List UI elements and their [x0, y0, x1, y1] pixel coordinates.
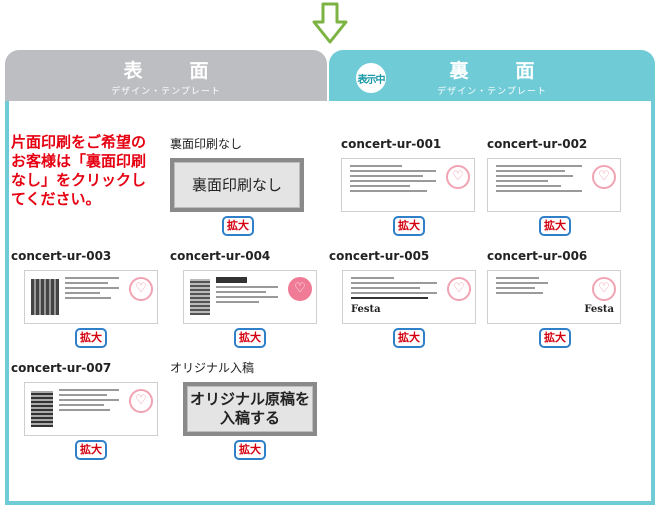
favorite-heart-icon[interactable]: ♡ — [447, 277, 471, 301]
original-upload-line1: オリジナル原稿を — [189, 390, 310, 408]
zoom-button[interactable]: 拡大 — [75, 328, 107, 348]
no-back-print-button-label: 裏面印刷なし — [174, 162, 300, 208]
thumbnail-text-lines — [350, 165, 436, 205]
tab-front-design[interactable]: 表 面 デザイン・テンプレート — [5, 50, 327, 102]
original-upload-button-label: オリジナル原稿を 入稿する — [187, 386, 313, 432]
template-item-original-upload: オリジナル入稿 オリジナル原稿を 入稿する 拡大 — [170, 360, 320, 460]
template-label: concert-ur-006 — [487, 249, 588, 263]
single-side-note: 片面印刷をご希望のお客様は「裏面印刷なし」をクリックしてください。 — [11, 133, 147, 208]
template-item-concert-ur-002: concert-ur-002 ♡ 拡大 — [487, 136, 637, 236]
template-label: concert-ur-004 — [170, 249, 271, 263]
favorite-heart-icon[interactable]: ♡ — [129, 277, 153, 301]
festa-logo: Festa — [584, 304, 614, 315]
zoom-button[interactable]: 拡大 — [393, 328, 425, 348]
template-thumbnail[interactable]: ♡ Festa — [487, 270, 621, 324]
thumbnail-seat-map — [31, 279, 59, 315]
zoom-button[interactable]: 拡大 — [539, 216, 571, 236]
zoom-button[interactable]: 拡大 — [539, 328, 571, 348]
template-thumbnail[interactable]: ♡ — [24, 270, 158, 324]
template-thumbnail[interactable]: ♡ — [183, 270, 317, 324]
thumbnail-text-lines — [59, 389, 119, 429]
template-item-concert-ur-007: concert-ur-007 ♡ 拡大 — [11, 360, 161, 460]
template-item-concert-ur-005: concert-ur-005 ♡ Festa 拡大 — [329, 248, 479, 348]
thumbnail-text-lines — [216, 277, 278, 317]
template-label: concert-ur-002 — [487, 137, 588, 151]
template-label: concert-ur-001 — [341, 137, 442, 151]
template-label: 裏面印刷なし — [170, 137, 243, 151]
zoom-button[interactable]: 拡大 — [222, 216, 254, 236]
template-label: concert-ur-003 — [11, 249, 112, 263]
down-arrow-icon — [312, 2, 348, 44]
festa-logo: Festa — [351, 304, 381, 315]
favorite-heart-icon[interactable]: ♡ — [129, 389, 153, 413]
showing-badge: 表示中 — [354, 61, 388, 95]
zoom-button[interactable]: 拡大 — [75, 440, 107, 460]
thumbnail-qr-block — [31, 391, 53, 427]
thumbnail-text-lines — [496, 165, 582, 205]
original-upload-line2: 入稿する — [219, 409, 280, 427]
template-item-concert-ur-006: concert-ur-006 ♡ Festa 拡大 — [487, 248, 637, 348]
zoom-button[interactable]: 拡大 — [393, 216, 425, 236]
zoom-button[interactable]: 拡大 — [234, 440, 266, 460]
template-label: オリジナル入稿 — [170, 361, 255, 375]
template-thumbnail[interactable]: ♡ Festa — [342, 270, 476, 324]
template-item-concert-ur-004: concert-ur-004 ♡ 拡大 — [170, 248, 320, 348]
tab-front-title: 表 面 — [123, 60, 223, 82]
tab-front-subtitle: デザイン・テンプレート — [111, 87, 221, 97]
template-thumbnail[interactable]: ♡ — [24, 382, 158, 436]
template-thumbnail[interactable]: ♡ — [341, 158, 475, 212]
favorite-heart-icon[interactable]: ♡ — [592, 165, 616, 189]
template-item-no-back: 裏面印刷なし 裏面印刷なし 拡大 — [170, 136, 320, 236]
zoom-button[interactable]: 拡大 — [234, 328, 266, 348]
template-thumbnail[interactable]: ♡ — [487, 158, 621, 212]
thumbnail-text-lines — [496, 277, 582, 317]
thumbnail-text-lines — [65, 277, 119, 317]
template-label: concert-ur-007 — [11, 361, 112, 375]
favorite-heart-icon[interactable]: ♡ — [446, 165, 470, 189]
favorite-heart-icon[interactable]: ♡ — [288, 277, 312, 301]
favorite-heart-icon[interactable]: ♡ — [592, 277, 616, 301]
template-item-concert-ur-001: concert-ur-001 ♡ 拡大 — [341, 136, 491, 236]
original-upload-button[interactable]: オリジナル原稿を 入稿する — [183, 382, 317, 436]
template-item-concert-ur-003: concert-ur-003 ♡ 拡大 — [11, 248, 161, 348]
template-label: concert-ur-005 — [329, 249, 430, 263]
thumbnail-qr-block — [190, 279, 210, 315]
no-back-print-button[interactable]: 裏面印刷なし — [170, 158, 304, 212]
